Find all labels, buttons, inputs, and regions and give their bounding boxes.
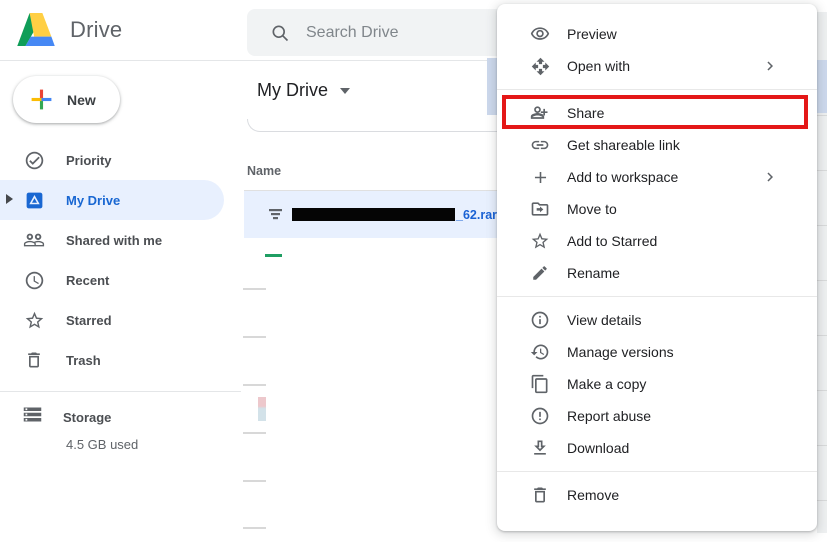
sidebar-item-label: Shared with me xyxy=(66,233,162,248)
menu-item-preview[interactable]: Preview xyxy=(497,18,817,50)
selection-band-left xyxy=(487,58,497,115)
drive-logo-icon xyxy=(17,13,55,46)
column-header-name[interactable]: Name xyxy=(247,164,281,178)
page-title-text: My Drive xyxy=(257,80,328,101)
new-button[interactable]: New xyxy=(13,76,120,123)
menu-item-label: Rename xyxy=(567,265,620,281)
sidebar-item-priority[interactable]: Priority xyxy=(0,140,234,180)
sidebar-item-label: Priority xyxy=(66,153,112,168)
selection-band-right xyxy=(817,60,827,113)
caret-down-icon xyxy=(340,88,350,94)
menu-item-label: View details xyxy=(567,312,641,328)
storage-usage: 4.5 GB used xyxy=(66,437,138,452)
menu-item-report-abuse[interactable]: Report abuse xyxy=(497,400,817,432)
menu-item-move-to[interactable]: Move to xyxy=(497,193,817,225)
chevron-right-icon xyxy=(761,57,779,75)
check-circle-icon xyxy=(22,148,46,172)
context-menu: Preview Open with Share Get shareable li… xyxy=(497,4,817,531)
redacted-row-mark xyxy=(243,432,266,434)
menu-item-label: Report abuse xyxy=(567,408,651,424)
app-name: Drive xyxy=(70,17,122,43)
menu-item-label: Manage versions xyxy=(567,344,674,360)
sidebar-item-storage[interactable]: Storage xyxy=(22,404,111,430)
right-edge-list-strip xyxy=(817,12,827,533)
my-drive-icon xyxy=(22,188,46,212)
trash-icon xyxy=(530,485,550,505)
redacted-row-mark xyxy=(243,336,266,338)
menu-item-rename[interactable]: Rename xyxy=(497,257,817,289)
menu-item-label: Make a copy xyxy=(567,376,646,392)
open-with-icon xyxy=(530,56,550,76)
menu-divider xyxy=(497,296,817,297)
storage-icon xyxy=(22,404,43,430)
info-icon xyxy=(530,310,550,330)
redacted-row-mark xyxy=(243,288,266,290)
menu-item-label: Preview xyxy=(567,26,617,42)
star-icon xyxy=(22,308,46,332)
breadcrumb-my-drive[interactable]: My Drive xyxy=(257,80,350,101)
redacted-row-mark xyxy=(243,384,266,386)
menu-item-get-shareable-link[interactable]: Get shareable link xyxy=(497,129,817,161)
redacted-row-mark xyxy=(243,527,266,529)
sidebar-nav: Priority My Drive Shared with me Recent xyxy=(0,140,234,380)
google-drive-window: Drive New Priority xyxy=(0,0,827,542)
menu-item-manage-versions[interactable]: Manage versions xyxy=(497,336,817,368)
warning-icon xyxy=(530,406,550,426)
sidebar-item-starred[interactable]: Starred xyxy=(0,300,234,340)
archive-file-icon xyxy=(268,206,283,223)
copy-icon xyxy=(530,374,550,394)
search-icon[interactable] xyxy=(270,23,290,43)
menu-item-label: Download xyxy=(567,440,629,456)
person-add-icon xyxy=(530,103,550,123)
people-icon xyxy=(22,228,46,252)
chevron-right-icon xyxy=(761,168,779,186)
link-icon xyxy=(530,135,550,155)
sidebar-item-label: Trash xyxy=(66,353,101,368)
menu-item-make-a-copy[interactable]: Make a copy xyxy=(497,368,817,400)
star-icon xyxy=(530,231,550,251)
menu-item-label: Get shareable link xyxy=(567,137,680,153)
sidebar-divider xyxy=(0,391,241,392)
menu-item-add-to-starred[interactable]: Add to Starred xyxy=(497,225,817,257)
menu-item-label: Add to Starred xyxy=(567,233,657,249)
plus-icon xyxy=(29,87,54,112)
redacted-row-smudge xyxy=(258,397,266,421)
expand-arrow-icon[interactable] xyxy=(6,194,13,204)
menu-item-label: Open with xyxy=(567,58,630,74)
clock-icon xyxy=(22,268,46,292)
sidebar-item-recent[interactable]: Recent xyxy=(0,260,234,300)
plus-icon xyxy=(530,167,550,187)
file-name-suffix: _62.rar xyxy=(456,208,497,222)
sidebar-item-shared-with-me[interactable]: Shared with me xyxy=(0,220,234,260)
redacted-file-name xyxy=(292,208,455,221)
sidebar-item-my-drive[interactable]: My Drive xyxy=(0,180,224,220)
drive-logo[interactable]: Drive xyxy=(17,13,122,46)
download-icon xyxy=(530,438,550,458)
menu-item-label: Move to xyxy=(567,201,617,217)
folder-move-icon xyxy=(530,199,550,219)
trash-icon xyxy=(22,348,46,372)
menu-divider xyxy=(497,89,817,90)
menu-item-label: Share xyxy=(567,105,604,121)
sidebar-item-label: Recent xyxy=(66,273,109,288)
redacted-row-mark xyxy=(243,480,266,482)
sidebar-item-label: Starred xyxy=(66,313,112,328)
menu-item-label: Remove xyxy=(567,487,619,503)
sidebar-item-trash[interactable]: Trash xyxy=(0,340,234,380)
sidebar-item-label: My Drive xyxy=(66,193,120,208)
menu-item-view-details[interactable]: View details xyxy=(497,304,817,336)
redacted-sheet-mark xyxy=(265,254,282,257)
menu-item-download[interactable]: Download xyxy=(497,432,817,464)
new-button-label: New xyxy=(67,92,96,108)
pencil-icon xyxy=(530,263,550,283)
menu-item-share[interactable]: Share xyxy=(497,97,817,129)
storage-label: Storage xyxy=(63,410,111,425)
eye-icon xyxy=(530,24,550,44)
menu-item-remove[interactable]: Remove xyxy=(497,479,817,511)
menu-divider xyxy=(497,471,817,472)
menu-item-add-to-workspace[interactable]: Add to workspace xyxy=(497,161,817,193)
menu-item-open-with[interactable]: Open with xyxy=(497,50,817,82)
menu-item-label: Add to workspace xyxy=(567,169,678,185)
history-icon xyxy=(530,342,550,362)
